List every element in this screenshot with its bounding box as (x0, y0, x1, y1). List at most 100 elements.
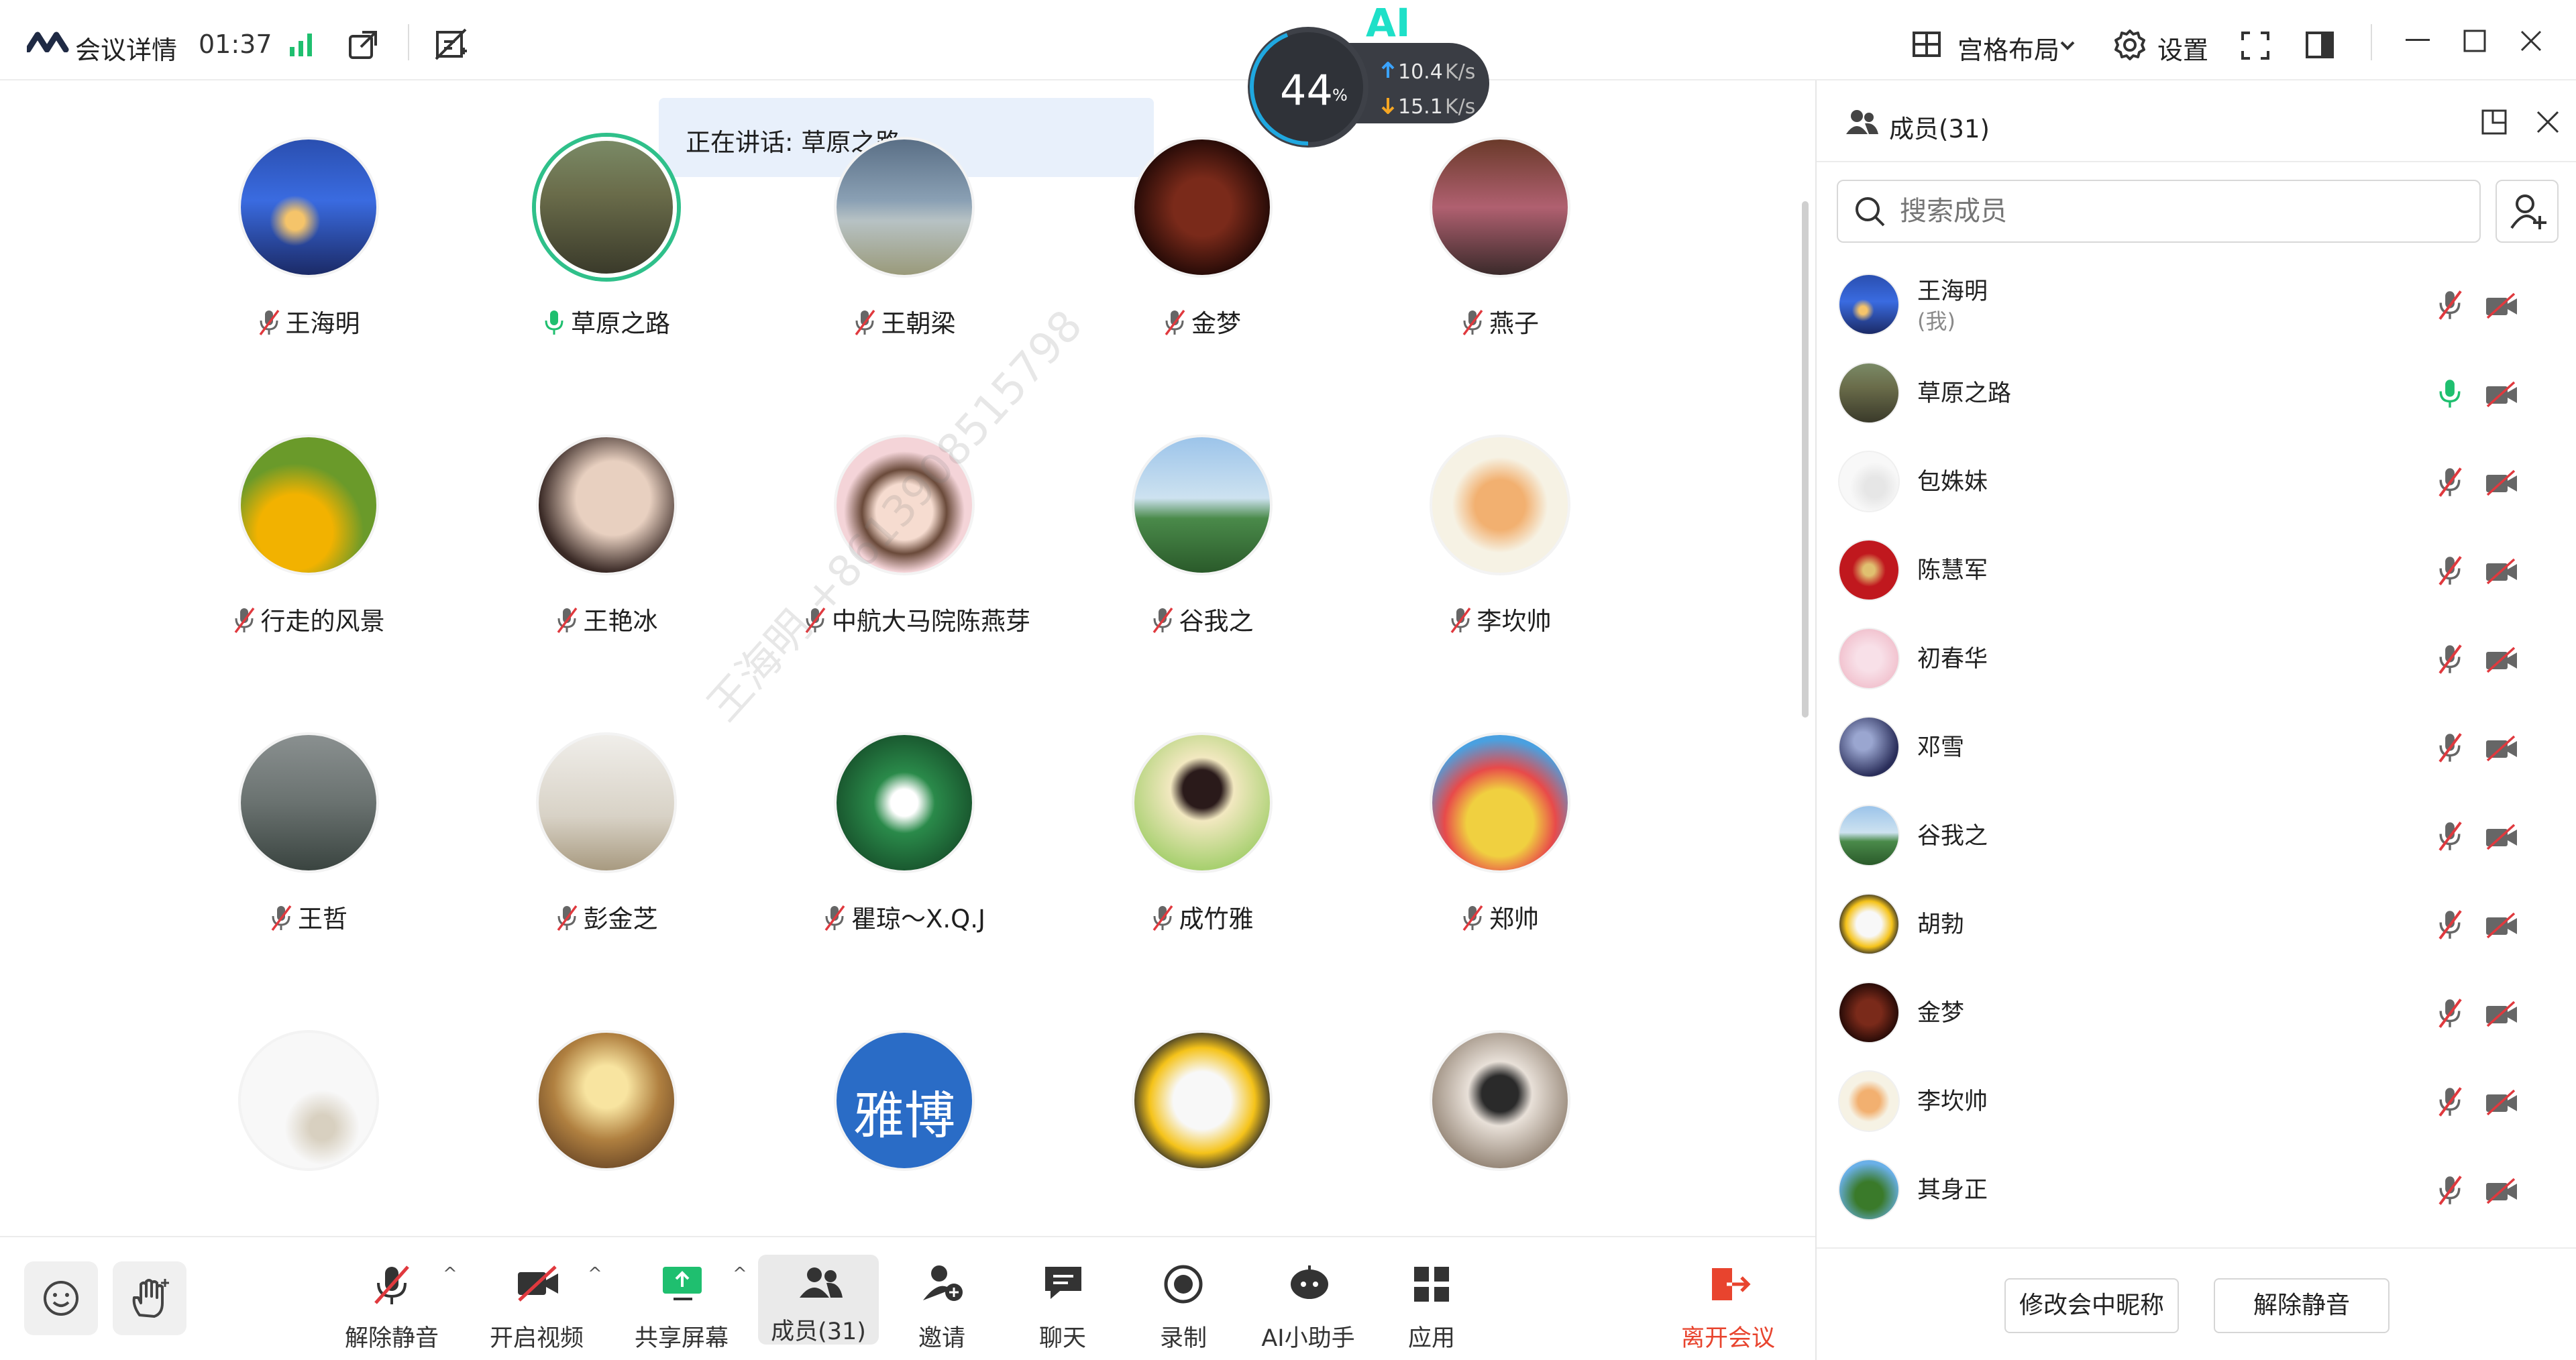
video-off-icon (2486, 735, 2517, 762)
member-camera-toggle[interactable] (2485, 912, 2518, 939)
member-row[interactable]: 金梦 (1817, 963, 2576, 1052)
member-camera-toggle[interactable] (2485, 558, 2518, 585)
maximize-icon[interactable] (2463, 30, 2486, 52)
member-camera-toggle[interactable] (2485, 1178, 2518, 1204)
member-camera-toggle[interactable] (2485, 735, 2518, 762)
participant-tile[interactable]: 谷我之 (1102, 435, 1303, 649)
member-row[interactable]: 胡勃 (1817, 874, 2576, 963)
member-name: 王海明 (1917, 278, 1988, 305)
apps-button[interactable]: 应用 (1371, 1251, 1492, 1352)
external-link-icon[interactable] (347, 30, 378, 60)
participant-tile[interactable]: 成竹雅 (1102, 732, 1303, 947)
reaction-button[interactable] (24, 1261, 98, 1335)
audio-options-caret[interactable]: ^ (443, 1264, 458, 1284)
minimize-icon[interactable] (2406, 39, 2430, 43)
share-options-caret[interactable]: ^ (733, 1264, 747, 1284)
member-mic-toggle[interactable] (2436, 1086, 2463, 1117)
participant-avatar (238, 1030, 379, 1171)
member-name: 李坎帅 (1917, 1088, 1988, 1115)
annotate-icon[interactable] (435, 28, 470, 62)
close-panel-icon[interactable] (2536, 110, 2560, 134)
member-camera-toggle[interactable] (2485, 1001, 2518, 1027)
leave-meeting-button[interactable]: 离开会议 (1668, 1251, 1788, 1352)
member-camera-toggle[interactable] (2485, 292, 2518, 319)
member-mic-toggle[interactable] (2436, 1175, 2463, 1206)
member-mic-toggle[interactable] (2436, 998, 2463, 1029)
member-mic-toggle[interactable] (2436, 290, 2463, 321)
member-mic-toggle[interactable] (2436, 378, 2463, 409)
panel-unmute-button[interactable]: 解除静音 (2214, 1278, 2390, 1333)
signal-strength-icon[interactable] (288, 31, 315, 58)
member-mic-toggle[interactable] (2436, 909, 2463, 940)
member-camera-toggle[interactable] (2485, 646, 2518, 673)
participant-tile[interactable] (1399, 1030, 1601, 1236)
start-video-label: 开启视频 (489, 1325, 584, 1352)
add-member-button[interactable] (2496, 180, 2559, 243)
participant-tile[interactable]: 彭金芝 (506, 732, 707, 947)
members-button[interactable]: 成员(31) (758, 1255, 879, 1345)
participant-tile[interactable]: 王朝梁 (804, 137, 1005, 351)
member-camera-toggle[interactable] (2485, 381, 2518, 408)
meeting-info-link[interactable]: 会议详情 (75, 30, 177, 66)
invite-icon (923, 1265, 963, 1301)
chat-button[interactable]: 聊天 (1002, 1251, 1123, 1352)
rename-in-meeting-button[interactable]: 修改会中昵称 (2004, 1278, 2179, 1333)
member-search-input[interactable] (1898, 192, 2469, 231)
member-search-box[interactable] (1837, 180, 2481, 243)
grid-scrollbar[interactable] (1802, 201, 1809, 718)
gear-icon[interactable] (2113, 28, 2147, 62)
invite-button[interactable]: 邀请 (881, 1251, 1002, 1352)
participant-tile[interactable]: 王海明 (208, 137, 409, 351)
close-icon[interactable] (2520, 30, 2542, 52)
popout-icon[interactable] (2481, 109, 2508, 135)
record-button[interactable]: 录制 (1123, 1251, 1244, 1352)
video-off-icon (2486, 824, 2517, 850)
member-mic-toggle[interactable] (2436, 821, 2463, 852)
participant-tile[interactable]: 王哲 (208, 732, 409, 947)
participant-tile[interactable]: 草原之路 (506, 137, 707, 351)
member-mic-toggle[interactable] (2436, 555, 2463, 586)
participant-tile[interactable]: 李坎帅 (1399, 435, 1601, 649)
member-camera-toggle[interactable] (2485, 469, 2518, 496)
video-options-caret[interactable]: ^ (588, 1264, 602, 1284)
member-row[interactable]: 草原之路 (1817, 343, 2576, 432)
participant-tile[interactable]: 燕子 (1399, 137, 1601, 351)
member-mic-toggle[interactable] (2436, 467, 2463, 498)
fullscreen-icon[interactable] (2241, 31, 2270, 60)
member-list-scrollbar[interactable] (2563, 275, 2568, 1167)
unmute-button[interactable]: 解除静音 (331, 1251, 452, 1352)
member-mic-toggle[interactable] (2436, 644, 2463, 675)
settings-label[interactable]: 设置 (2157, 30, 2208, 66)
member-row[interactable]: 李坎帅 (1817, 1052, 2576, 1140)
member-camera-toggle[interactable] (2485, 824, 2518, 850)
raise-hand-button[interactable] (113, 1261, 186, 1335)
member-camera-toggle[interactable] (2485, 1089, 2518, 1116)
member-row[interactable]: 初春华 (1817, 609, 2576, 697)
member-row[interactable]: 邓雪 (1817, 697, 2576, 786)
participant-tile[interactable] (208, 1030, 409, 1236)
mic-off-icon (557, 905, 577, 931)
participant-tile[interactable]: 瞿琼～X.Q.J (804, 732, 1005, 947)
participant-tile[interactable]: 王艳冰 (506, 435, 707, 649)
layout-menu-label[interactable]: 宫格布局 (1957, 30, 2059, 66)
participant-tile[interactable] (1102, 1030, 1303, 1236)
participant-avatar (1132, 1030, 1273, 1171)
participant-tile[interactable] (506, 1030, 707, 1236)
participant-tile[interactable]: 雅博 (804, 1030, 1005, 1236)
sidebar-toggle-icon[interactable] (2305, 31, 2334, 59)
share-screen-button[interactable]: 共享屏幕 (621, 1251, 742, 1352)
ai-assistant-button[interactable]: AI小助手 (1248, 1251, 1368, 1352)
participant-tile[interactable]: 行走的风景 (208, 435, 409, 649)
start-video-button[interactable]: 开启视频 (476, 1251, 597, 1352)
participant-tile[interactable]: 金梦 (1102, 137, 1303, 351)
participant-tile[interactable]: 郑帅 (1399, 732, 1601, 947)
member-row[interactable]: 谷我之 (1817, 786, 2576, 874)
member-row[interactable]: 王海明 (我) (1817, 255, 2576, 343)
member-row[interactable]: 陈慧军 (1817, 520, 2576, 609)
grid-layout-icon[interactable] (1912, 31, 1941, 58)
emoji-icon (44, 1281, 78, 1316)
member-row[interactable]: 包姝妹 (1817, 432, 2576, 520)
member-row[interactable]: 其身正 (1817, 1140, 2576, 1229)
chevron-down-icon[interactable] (2059, 40, 2076, 51)
member-mic-toggle[interactable] (2436, 732, 2463, 763)
